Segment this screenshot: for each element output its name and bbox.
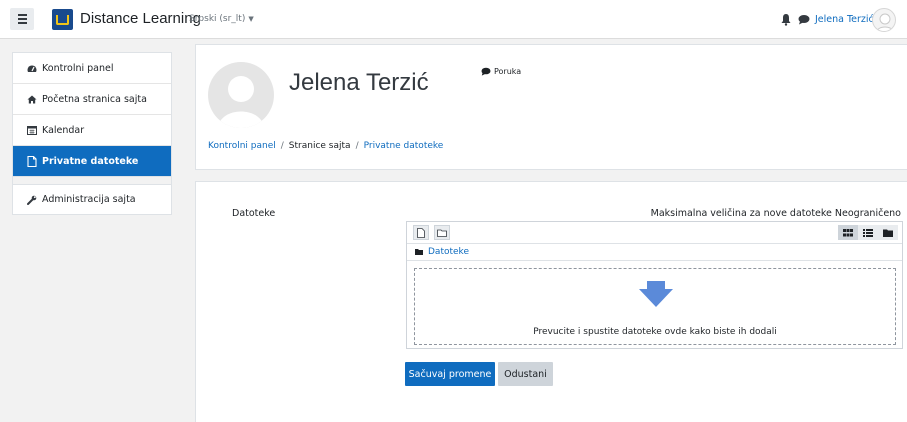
user-menu-name[interactable]: Jelena Terzić [815,14,874,25]
sidebar-item-calendar[interactable]: Kalendar [13,115,171,146]
site-name[interactable]: Distance Learning [80,10,201,27]
private-files-form: Datoteke Maksimalna veličina za nove dat… [195,181,907,422]
breadcrumb-separator: / [355,141,359,151]
breadcrumb: Kontrolni panel / Stranice sajta / Priva… [208,141,443,151]
sidebar-item-dashboard[interactable]: Kontrolni panel [13,53,171,84]
file-manager-toolbar [407,222,902,244]
view-tree-button[interactable] [878,225,898,240]
menu-toggle-button[interactable] [10,8,34,30]
sidebar-item-site-admin[interactable]: Administracija sajta [13,185,171,214]
message-label: Poruka [494,67,522,76]
page-header: Jelena Terzić Poruka Kontrolni panel / S… [195,44,907,170]
max-file-size-note: Maksimalna veličina za nove datoteke Neo… [650,208,901,219]
file-manager: Datoteke Prevucite i spustite datoteke o… [406,221,903,349]
path-root-link[interactable]: Datoteke [428,247,469,257]
file-icon [417,227,425,238]
file-icon [27,155,37,167]
sidebar-item-label: Administracija sajta [42,194,136,205]
user-avatar[interactable] [872,8,896,32]
sidebar-nav: Kontrolni panel Početna stranica sajta K… [12,52,172,215]
messages-icon[interactable] [798,14,810,25]
cancel-button[interactable]: Odustani [498,362,553,386]
sidebar-item-site-home[interactable]: Početna stranica sajta [13,84,171,115]
breadcrumb-item-dashboard[interactable]: Kontrolni panel [208,141,276,151]
file-manager-path: Datoteke [407,244,902,261]
save-changes-button[interactable]: Sačuvaj promene [405,362,495,386]
calendar-icon [27,126,37,135]
top-navbar: Distance Learning Srpski (sr_lt) ▼ Jelena… [0,0,907,39]
file-dropzone[interactable]: Prevucite i spustite datoteke ovde kako … [414,268,896,345]
breadcrumb-item-private-files[interactable]: Privatne datoteke [364,141,444,151]
message-icon [481,67,491,76]
home-icon [27,95,37,103]
language-menu[interactable]: Srpski (sr_lt) ▼ [189,14,254,24]
view-mode-group [838,225,898,240]
sidebar-divider [13,176,171,185]
wrench-icon [27,195,37,205]
sidebar-item-private-files[interactable]: Privatne datoteke [13,146,171,176]
page-title: Jelena Terzić [289,69,429,96]
add-file-button[interactable] [413,225,429,240]
grid-icon [843,228,853,236]
sidebar-item-label: Kalendar [42,124,85,136]
folder-icon [437,229,447,237]
list-icon [863,228,873,237]
send-message-link[interactable]: Poruka [481,67,521,76]
language-label: Srpski (sr_lt) [189,14,246,24]
breadcrumb-item-site-pages: Stranice sajta [288,141,351,151]
chevron-down-icon: ▼ [248,15,254,23]
profile-avatar [208,62,274,128]
view-icons-button[interactable] [838,225,858,240]
files-field-label: Datoteke [232,208,276,219]
folder-icon [883,229,893,237]
breadcrumb-separator: / [280,141,284,151]
folder-icon [415,249,423,255]
arrow-down-icon [639,281,673,307]
dashboard-icon [27,64,37,72]
view-list-button[interactable] [858,225,878,240]
dropzone-hint: Prevucite i spustite datoteke ovde kako … [533,327,777,337]
sidebar-item-label: Početna stranica sajta [42,93,147,105]
notification-bell-icon[interactable] [780,13,792,26]
sidebar-item-label: Privatne datoteke [42,155,139,167]
sidebar-item-label: Kontrolni panel [42,62,114,74]
site-logo[interactable] [52,9,73,30]
create-folder-button[interactable] [434,225,450,240]
